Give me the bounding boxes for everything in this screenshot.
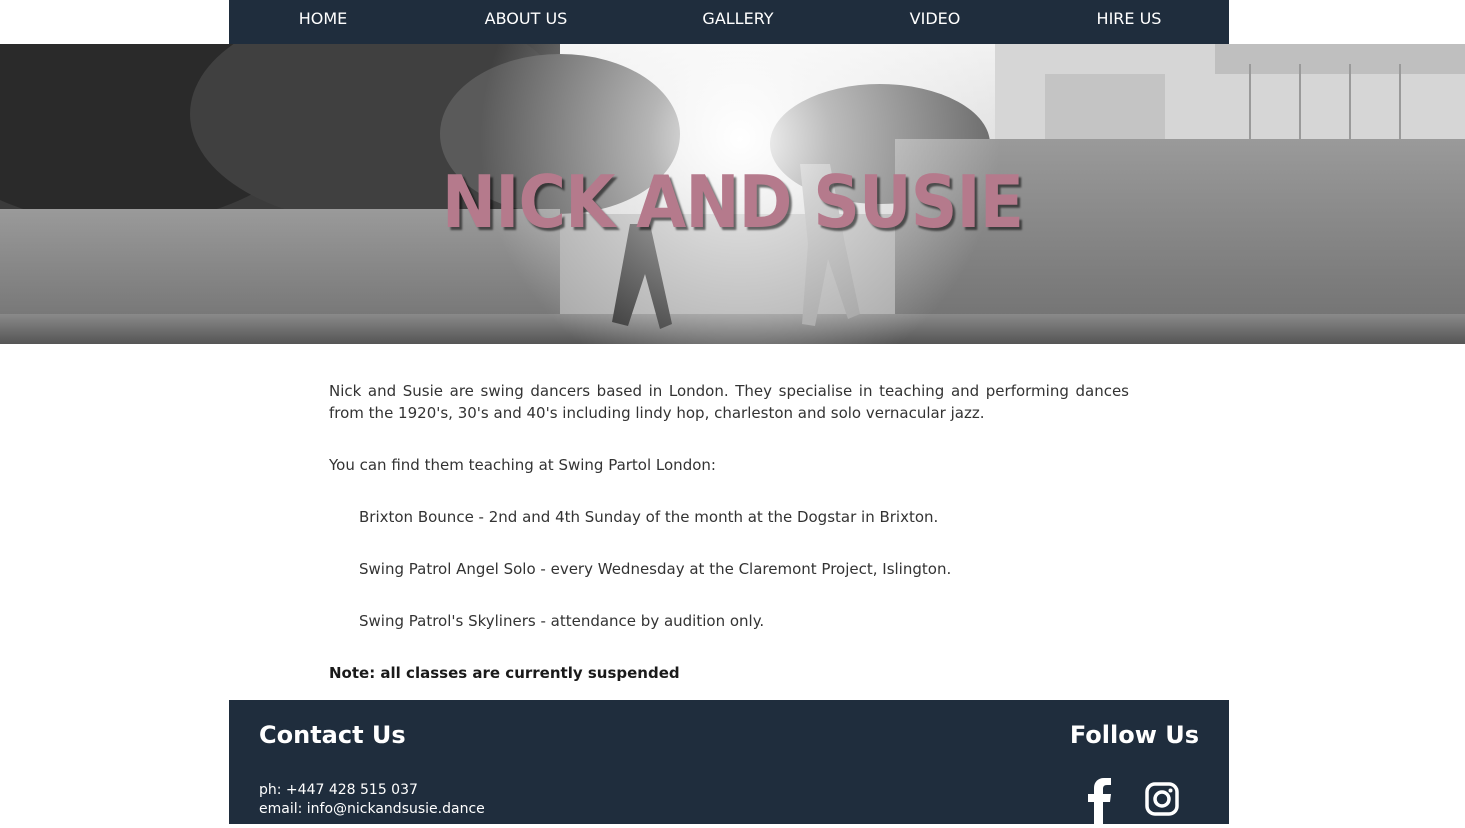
intro-paragraph: Nick and Susie are swing dancers based i… (329, 382, 1129, 422)
nav-video[interactable]: VIDEO (905, 0, 965, 44)
nav-gallery[interactable]: GALLERY (695, 0, 781, 44)
hero-title: NICK AND SUSIE (441, 160, 1024, 244)
facebook-icon[interactable] (1081, 778, 1121, 824)
footer: Contact Us ph: +447 428 515 037 email: i… (229, 700, 1229, 824)
hero-banner: NICK AND SUSIE (0, 44, 1465, 344)
top-nav: HOME ABOUT US GALLERY VIDEO HIRE US (229, 0, 1229, 44)
follow-heading: Follow Us (1069, 721, 1199, 749)
nav-hire-us[interactable]: HIRE US (1091, 0, 1167, 44)
contact-phone: ph: +447 428 515 037 (259, 782, 418, 798)
instagram-icon[interactable] (1142, 778, 1182, 824)
contact-heading: Contact Us (259, 721, 406, 749)
contact-email[interactable]: email: info@nickandsusie.dance (259, 800, 485, 819)
teaching-intro: You can find them teaching at Swing Part… (329, 456, 716, 474)
nav-about-us[interactable]: ABOUT US (475, 0, 577, 44)
class-item: Swing Patrol Angel Solo - every Wednesda… (359, 560, 952, 578)
suspension-note: Note: all classes are currently suspende… (329, 664, 680, 682)
class-item: Brixton Bounce - 2nd and 4th Sunday of t… (359, 508, 939, 526)
nav-home[interactable]: HOME (287, 0, 359, 44)
class-item: Swing Patrol's Skyliners - attendance by… (359, 612, 765, 630)
